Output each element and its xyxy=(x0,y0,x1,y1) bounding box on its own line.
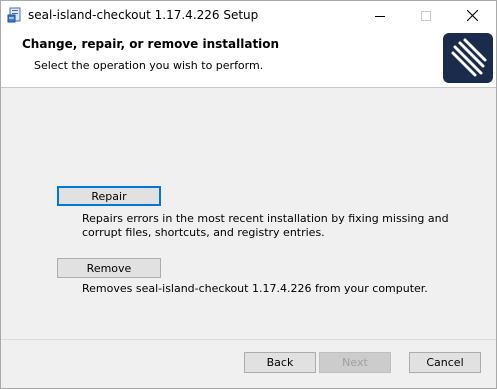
app-logo-icon xyxy=(443,33,493,83)
minimize-button[interactable] xyxy=(357,1,403,30)
maximize-icon xyxy=(421,10,431,21)
installer-icon xyxy=(7,7,23,23)
page-subtitle: Select the operation you wish to perform… xyxy=(34,59,264,72)
back-button[interactable]: Back xyxy=(244,352,316,373)
repair-button[interactable]: Repair xyxy=(57,186,161,206)
close-icon xyxy=(466,10,478,21)
footer-divider xyxy=(1,339,496,340)
close-button[interactable] xyxy=(449,1,495,30)
setup-window: seal-island-checkout 1.17.4.226 Setup Ch… xyxy=(0,0,497,389)
remove-description: Removes seal-island-checkout 1.17.4.226 … xyxy=(82,282,428,295)
maximize-button xyxy=(403,1,449,30)
next-button: Next xyxy=(319,352,391,373)
title-bar[interactable]: seal-island-checkout 1.17.4.226 Setup xyxy=(1,1,496,30)
remove-button[interactable]: Remove xyxy=(57,258,161,278)
cancel-button[interactable]: Cancel xyxy=(409,352,481,373)
repair-description: Repairs errors in the most recent instal… xyxy=(82,212,449,239)
minimize-icon xyxy=(375,15,385,17)
page-title: Change, repair, or remove installation xyxy=(22,37,280,51)
header-banner: Change, repair, or remove installation S… xyxy=(1,30,496,88)
window-title: seal-island-checkout 1.17.4.226 Setup xyxy=(28,8,259,22)
